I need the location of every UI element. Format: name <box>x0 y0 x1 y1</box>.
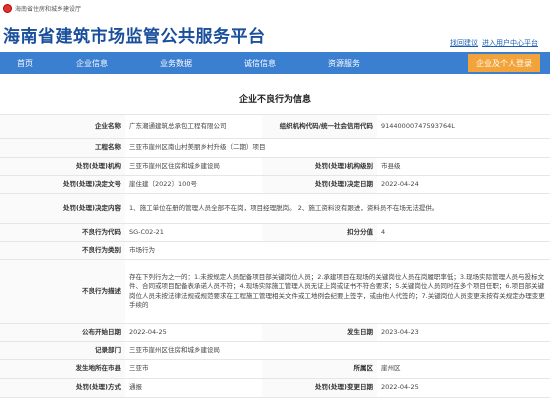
link-user-center[interactable]: 进入用户中心平台 <box>482 38 538 48</box>
description-label: 不良行为描述 <box>0 259 125 324</box>
site-header: 海南省住房和城乡建设厅 海南省建筑市场监管公共服务平台 找回建议 进入用户中心平… <box>0 0 550 52</box>
credit-code-label: 组织机构代码/统一社会信用代码 <box>262 114 377 139</box>
table-row: 公布开始日期 2022-04-25 发生日期 2023-04-23 <box>0 323 550 342</box>
category-value: 市场行为 <box>125 241 550 260</box>
publish-start-label: 公布开始日期 <box>0 323 125 342</box>
nav-enterprise[interactable]: 企业信息 <box>50 58 134 69</box>
project-value: 三亚市崖州区南山村美丽乡村升级（二期）项目 <box>125 138 550 158</box>
table-row: 企业名称 广东潮通建筑总承包工程有限公司 组织机构代码/统一社会信用代码 914… <box>0 114 550 139</box>
change-date-value: 2022-04-25 <box>377 378 550 398</box>
points-value: 4 <box>377 223 550 242</box>
site-title: 海南省建筑市场监管公共服务平台 <box>3 27 266 47</box>
district-value: 崖州区 <box>377 359 550 379</box>
org-line: 海南省住房和城乡建设厅 <box>3 2 81 14</box>
decision-date-value: 2022-04-24 <box>377 175 550 194</box>
table-row: 不良行为类别 市场行为 <box>0 241 550 260</box>
nav-resources[interactable]: 资源服务 <box>302 58 386 69</box>
bad-behavior-table: 企业名称 广东潮通建筑总承包工程有限公司 组织机构代码/统一社会信用代码 914… <box>0 114 550 398</box>
table-row: 处罚(处理)决定文号 崖住建〔2022〕100号 处罚(处理)决定日期 2022… <box>0 175 550 194</box>
table-row: 处罚(处理)机构 三亚市崖州区住房和城乡建设局 处罚(处理)机构级别 市县级 <box>0 157 550 176</box>
login-button[interactable]: 企业及个人登录 <box>468 54 540 72</box>
main-nav: 首页 企业信息 业务数据 诚信信息 资源服务 企业及个人登录 <box>0 52 550 74</box>
decision-no-label: 处罚(处理)决定文号 <box>0 175 125 194</box>
content-label: 处罚(处理)决定内容 <box>0 193 125 224</box>
city-value: 三亚市 <box>125 359 262 379</box>
top-links: 找回建议 进入用户中心平台 <box>450 38 538 48</box>
change-date-label: 处罚(处理)变更日期 <box>262 378 377 398</box>
nav-home[interactable]: 首页 <box>0 58 50 69</box>
authority-label: 处罚(处理)机构 <box>0 157 125 176</box>
code-value: SG-C02-21 <box>125 223 262 242</box>
record-dept-label: 记录部门 <box>0 341 125 360</box>
decision-date-label: 处罚(处理)决定日期 <box>262 175 377 194</box>
occur-date-label: 发生日期 <box>262 323 377 342</box>
table-row: 不良行为代码 SG-C02-21 扣分分值 4 <box>0 223 550 242</box>
table-row: 不良行为描述 存在下列行为之一的：1.未按规定人员配备项目部关键岗位人员；2.承… <box>0 259 550 324</box>
page-title: 企业不良行为信息 <box>238 95 311 105</box>
link-feedback[interactable]: 找回建议 <box>450 38 478 48</box>
company-value: 广东潮通建筑总承包工程有限公司 <box>125 114 262 139</box>
description-value: 存在下列行为之一的：1.未按规定人员配备项目部关键岗位人员；2.承建项目在现场的… <box>125 259 550 324</box>
table-row: 工程名称 三亚市崖州区南山村美丽乡村升级（二期）项目 <box>0 138 550 158</box>
authority-value: 三亚市崖州区住房和城乡建设局 <box>125 157 262 176</box>
company-label: 企业名称 <box>0 114 125 139</box>
record-dept-value: 三亚市崖州区住房和城乡建设局 <box>125 341 550 360</box>
publish-start-value: 2022-04-25 <box>125 323 262 342</box>
nav-credit[interactable]: 诚信信息 <box>218 58 302 69</box>
org-name: 海南省住房和城乡建设厅 <box>15 5 82 13</box>
category-label: 不良行为类别 <box>0 241 125 260</box>
decision-no-value: 崖住建〔2022〕100号 <box>125 175 262 194</box>
district-label: 所属区 <box>262 359 377 379</box>
table-row: 处罚(处理)方式 通报 处罚(处理)变更日期 2022-04-25 <box>0 378 550 398</box>
project-label: 工程名称 <box>0 138 125 158</box>
table-row: 发生地所在市县 三亚市 所属区 崖州区 <box>0 359 550 379</box>
table-row: 处罚(处理)决定内容 1、施工单位在册的管理人员全部不在岗，项目经理脱岗。 2、… <box>0 193 550 224</box>
notice-type-value: 通报 <box>125 378 262 398</box>
code-label: 不良行为代码 <box>0 223 125 242</box>
authority-level-value: 市县级 <box>377 157 550 176</box>
points-label: 扣分分值 <box>262 223 377 242</box>
nav-business-data[interactable]: 业务数据 <box>134 58 218 69</box>
occur-date-value: 2023-04-23 <box>377 323 550 342</box>
city-label: 发生地所在市县 <box>0 359 125 379</box>
authority-level-label: 处罚(处理)机构级别 <box>262 157 377 176</box>
notice-type-label: 处罚(处理)方式 <box>0 378 125 398</box>
content-value: 1、施工单位在册的管理人员全部不在岗，项目经理脱岗。 2、施工资料没有跟进，资料… <box>125 193 550 224</box>
credit-code-value: 91440000747593764L <box>377 114 550 139</box>
table-row: 记录部门 三亚市崖州区住房和城乡建设局 <box>0 341 550 360</box>
emblem-icon <box>3 3 12 13</box>
